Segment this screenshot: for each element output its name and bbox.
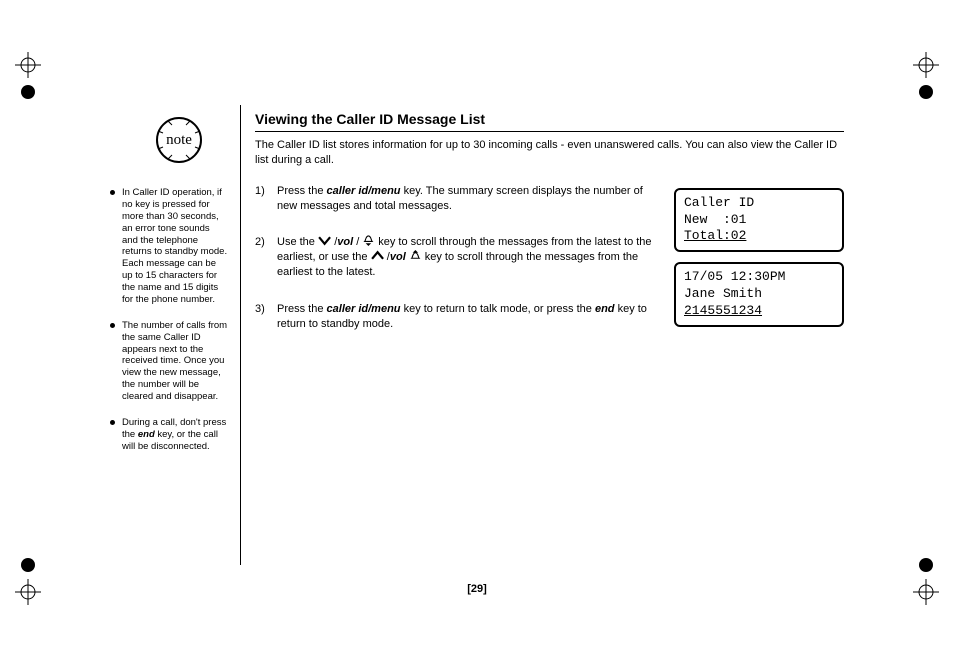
chevron-down-icon [318,235,331,246]
step-item: 1) Press the caller id/menu key. The sum… [255,184,658,214]
step-item: 2) Use the /vol / key to scroll through … [255,235,658,280]
lcd-line: Total:02 [684,228,746,243]
note-badge-text: note [166,131,192,150]
dot-top-right [919,85,933,99]
step-number: 2) [255,235,277,280]
intro-text: The Caller ID list stores information fo… [255,138,844,168]
note-item: The number of calls from the same Caller… [110,320,228,403]
dot-bottom-right [919,558,933,572]
lcd-line: 17/05 12:30PM [684,269,785,284]
step-text: Press the caller id/menu key to return t… [277,302,658,332]
crop-mark-top-left [15,52,41,78]
ringer-down-icon [362,235,375,246]
step-text: Press the caller id/menu key. The summar… [277,184,658,214]
lcd-displays: Caller ID New :01 Total:02 17/05 12:30PM… [674,184,844,354]
note-list: In Caller ID operation, if no key is pre… [110,187,228,453]
chevron-up-icon [371,250,384,261]
lcd-line: New :01 [684,212,746,227]
lcd-detail: 17/05 12:30PM Jane Smith 2145551234 [674,262,844,327]
page-heading: Viewing the Caller ID Message List [255,111,844,132]
dot-top-left [21,85,35,99]
instruction-steps: 1) Press the caller id/menu key. The sum… [255,184,658,354]
step-number: 1) [255,184,277,214]
step-text: Use the /vol / key to scroll through the… [277,235,658,280]
step-number: 3) [255,302,277,332]
crop-mark-top-right [913,52,939,78]
ringer-up-icon [409,250,422,261]
note-item: During a call, don't press the end key, … [110,417,228,453]
lcd-line: 2145551234 [684,303,762,318]
dot-bottom-left [21,558,35,572]
lcd-summary: Caller ID New :01 Total:02 [674,188,844,253]
note-sidebar: note In Caller ID operation, if no key i… [110,105,240,565]
note-badge: note [150,111,208,169]
page-number: [29] [0,583,954,595]
step-item: 3) Press the caller id/menu key to retur… [255,302,658,332]
main-content: Viewing the Caller ID Message List The C… [241,105,844,565]
note-item: In Caller ID operation, if no key is pre… [110,187,228,306]
lcd-line: Caller ID [684,195,754,210]
lcd-line: Jane Smith [684,286,762,301]
